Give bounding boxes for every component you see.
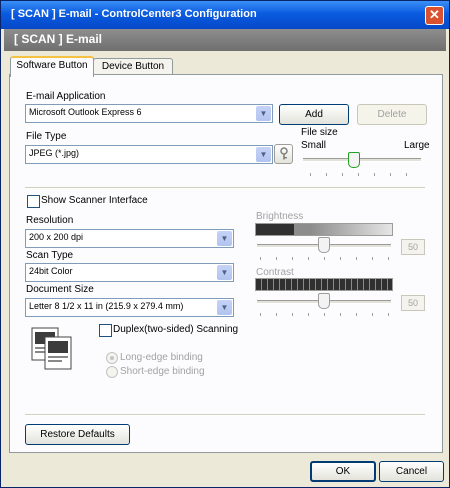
- scan-type-label: Scan Type: [26, 250, 74, 261]
- show-scanner-interface-label: Show Scanner Interface: [41, 195, 148, 206]
- header-banner: [ SCAN ] E-mail: [4, 29, 446, 51]
- scan-type-select[interactable]: 24bit Color ▼: [25, 263, 234, 282]
- duplex-scanning-label: Duplex(two-sided) Scanning: [113, 324, 239, 335]
- contrast-slider-thumb[interactable]: [318, 293, 330, 309]
- file-size-small-label: Small: [301, 140, 327, 151]
- file-size-slider-track[interactable]: [303, 158, 421, 162]
- document-size-value: Letter 8 1/2 x 11 in (215.9 x 279.4 mm): [29, 301, 184, 311]
- document-size-label: Document Size: [26, 284, 94, 295]
- resolution-value: 200 x 200 dpi: [29, 232, 84, 242]
- separator: [25, 414, 425, 416]
- document-size-select[interactable]: Letter 8 1/2 x 11 in (215.9 x 279.4 mm) …: [25, 298, 234, 317]
- email-application-label: E-mail Application: [26, 91, 106, 102]
- file-size-label: File size: [301, 127, 338, 138]
- separator: [25, 187, 425, 189]
- title-bar: [ SCAN ] E-mail - ControlCenter3 Configu…: [1, 1, 449, 29]
- key-icon: [279, 147, 288, 160]
- chevron-down-icon: ▼: [256, 147, 271, 162]
- brightness-slider-thumb[interactable]: [318, 237, 330, 253]
- banner-title: [ SCAN ] E-mail: [14, 32, 103, 46]
- ok-button[interactable]: OK: [310, 461, 376, 482]
- long-edge-binding-radio[interactable]: [106, 352, 118, 364]
- show-scanner-interface-checkbox[interactable]: [27, 195, 40, 208]
- contrast-label: Contrast: [256, 267, 294, 278]
- chevron-down-icon: ▼: [217, 265, 232, 280]
- duplex-pages-icon: [31, 327, 73, 371]
- resolution-select[interactable]: 200 x 200 dpi ▼: [25, 229, 234, 248]
- file-type-select[interactable]: JPEG (*.jpg) ▼: [25, 145, 273, 164]
- file-type-label: File Type: [26, 131, 67, 142]
- restore-defaults-button[interactable]: Restore Defaults: [25, 424, 130, 445]
- duplex-scanning-checkbox[interactable]: [99, 324, 112, 337]
- long-edge-binding-label: Long-edge binding: [120, 352, 203, 363]
- configuration-window: [ SCAN ] E-mail - ControlCenter3 Configu…: [0, 0, 450, 488]
- file-size-slider-thumb[interactable]: [348, 152, 360, 168]
- chevron-down-icon: ▼: [256, 106, 271, 121]
- cancel-button[interactable]: Cancel: [379, 461, 444, 482]
- tab-device-button[interactable]: Device Button: [93, 58, 173, 75]
- contrast-value[interactable]: 50: [401, 295, 425, 311]
- email-application-select[interactable]: Microsoft Outlook Express 6 ▼: [25, 104, 273, 123]
- file-type-value: JPEG (*.jpg): [29, 148, 80, 158]
- add-button[interactable]: Add: [279, 104, 349, 125]
- scan-type-value: 24bit Color: [29, 266, 73, 276]
- short-edge-binding-radio[interactable]: [106, 366, 118, 378]
- file-options-button[interactable]: [274, 144, 293, 164]
- tab-software-button[interactable]: Software Button: [10, 56, 94, 77]
- window-title: [ SCAN ] E-mail - ControlCenter3 Configu…: [11, 8, 257, 20]
- email-application-value: Microsoft Outlook Express 6: [29, 107, 142, 117]
- contrast-preview-bar: [255, 278, 393, 291]
- file-size-large-label: Large: [404, 140, 430, 151]
- brightness-preview-bar: [255, 223, 393, 236]
- brightness-label: Brightness: [256, 211, 304, 222]
- resolution-label: Resolution: [26, 215, 74, 226]
- brightness-value[interactable]: 50: [401, 239, 425, 255]
- close-icon[interactable]: ✕: [425, 6, 444, 25]
- short-edge-binding-label: Short-edge binding: [120, 366, 205, 377]
- delete-button[interactable]: Delete: [357, 104, 427, 125]
- chevron-down-icon: ▼: [217, 300, 232, 315]
- chevron-down-icon: ▼: [217, 231, 232, 246]
